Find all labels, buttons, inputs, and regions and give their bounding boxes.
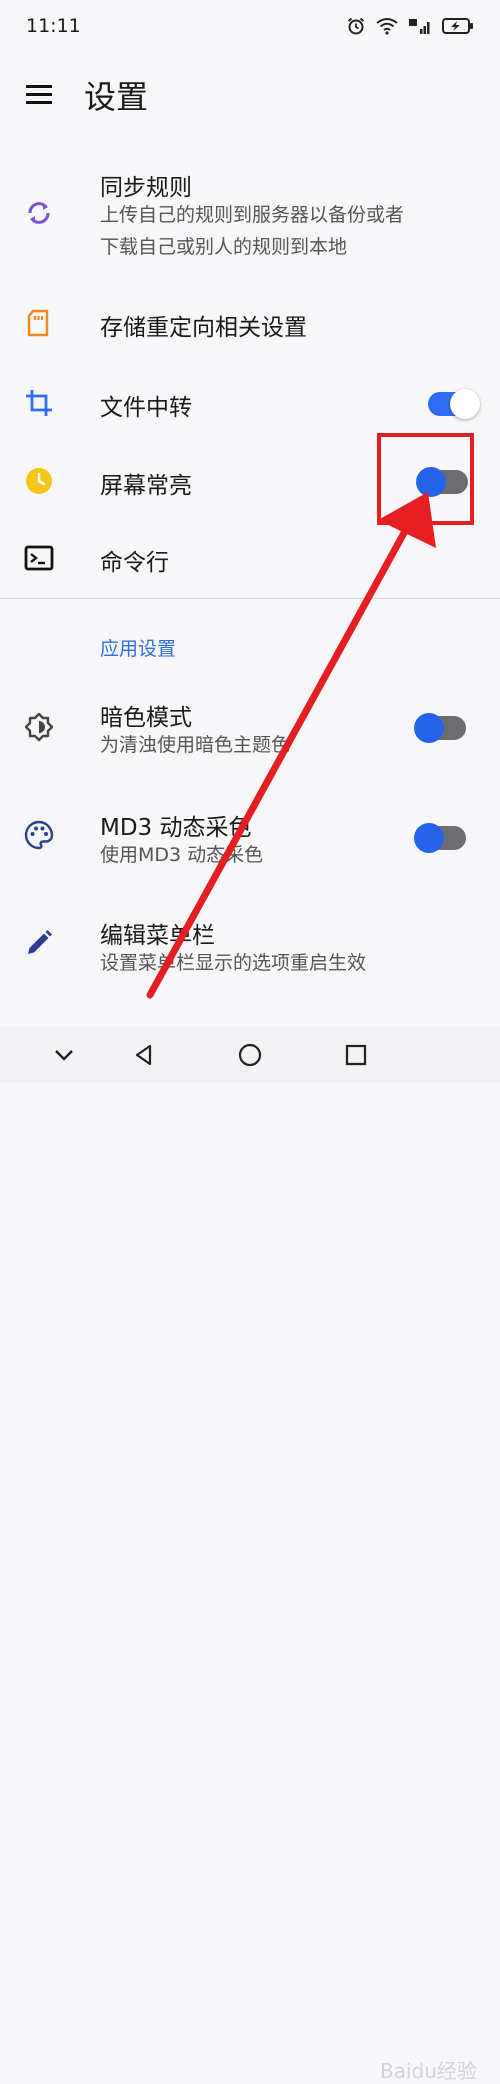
setting-subtitle: 下载自己或别人的规则到本地	[100, 236, 348, 258]
setting-file-transfer[interactable]: 文件中转	[0, 374, 500, 430]
setting-subtitle: 设置菜单栏显示的选项重启生效	[100, 952, 367, 974]
terminal-icon	[24, 545, 54, 571]
setting-title: 屏幕常亮	[100, 473, 192, 499]
brightness-icon	[24, 712, 54, 742]
setting-title: MD3 动态采色	[100, 815, 252, 841]
home-icon[interactable]	[236, 1041, 264, 1069]
app-bar: 设置	[0, 60, 500, 130]
divider	[0, 598, 500, 599]
back-icon[interactable]	[130, 1041, 158, 1069]
setting-title: 命令行	[100, 550, 169, 576]
navigation-bar: Baidu经验	[0, 1027, 500, 2083]
setting-title: 存储重定向相关设置	[100, 315, 307, 341]
dark-mode-switch[interactable]	[414, 713, 466, 743]
setting-title: 同步规则	[100, 175, 192, 201]
switch-knob	[414, 713, 444, 743]
md3-dynamic-color-switch[interactable]	[414, 823, 466, 853]
page-title: 设置	[84, 78, 149, 116]
setting-terminal[interactable]: 命令行	[0, 530, 500, 586]
status-bar: 11:11	[0, 0, 500, 52]
setting-dark-mode[interactable]: 暗色模式 为清浊使用暗色主题色	[0, 694, 500, 764]
wifi-icon	[376, 18, 398, 35]
setting-title: 编辑菜单栏	[100, 923, 215, 949]
chevron-down-icon[interactable]	[50, 1041, 78, 1069]
annotation-highlight-box	[377, 433, 474, 525]
setting-subtitle: 上传自己的规则到服务器以备份或者	[100, 204, 405, 226]
setting-title: 文件中转	[100, 395, 192, 421]
setting-storage-redirect[interactable]: 存储重定向相关设置	[0, 296, 500, 352]
setting-title: 暗色模式	[100, 705, 192, 731]
section-header-app-settings: 应用设置	[100, 638, 177, 660]
setting-subtitle: 为清浊使用暗色主题色	[100, 734, 291, 756]
setting-subtitle: 使用MD3 动态采色	[100, 844, 264, 866]
status-icons	[346, 16, 474, 36]
pencil-icon	[28, 930, 52, 954]
alarm-icon	[347, 17, 365, 35]
crop-icon	[26, 390, 52, 416]
watermark: Baidu经验	[380, 2059, 477, 2083]
menu-icon[interactable]	[26, 82, 52, 108]
palette-icon	[24, 820, 54, 850]
setting-sync-rules[interactable]: 同步规则 上传自己的规则到服务器以备份或者 下载自己或别人的规则到本地	[0, 160, 500, 270]
battery-icon	[442, 18, 473, 34]
status-time: 11:11	[26, 15, 81, 37]
switch-knob	[414, 823, 444, 853]
clock-icon	[26, 468, 52, 494]
recents-icon[interactable]	[342, 1041, 370, 1069]
switch-knob	[450, 389, 480, 419]
setting-md3-dynamic-color[interactable]: MD3 动态采色 使用MD3 动态采色	[0, 804, 500, 874]
file-transfer-switch[interactable]	[428, 389, 480, 419]
sd-card-icon	[27, 309, 49, 337]
signal-icon	[409, 19, 430, 34]
sync-icon	[28, 202, 50, 224]
setting-edit-menu-bar[interactable]: 编辑菜单栏 设置菜单栏显示的选项重启生效	[0, 912, 500, 982]
